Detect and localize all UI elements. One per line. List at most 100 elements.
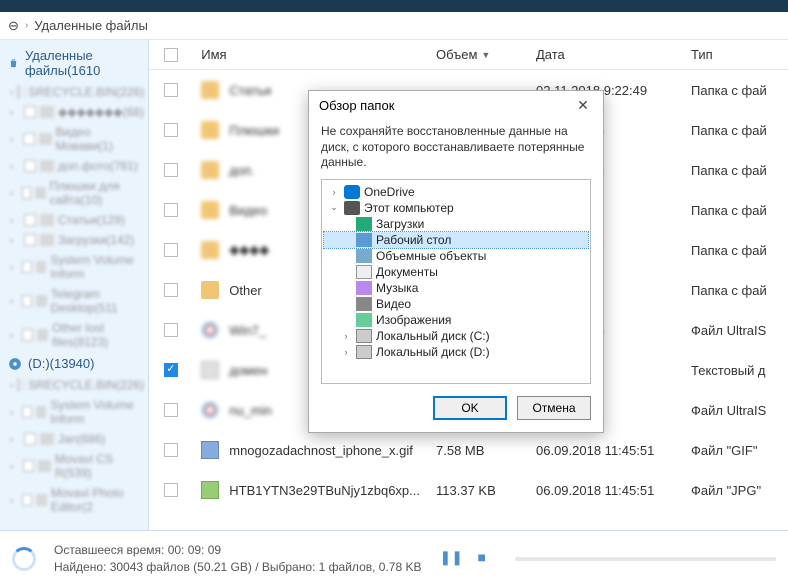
- tree-item[interactable]: Объемные объекты: [324, 248, 588, 264]
- status-found: Найдено: 30043 файлов (50.21 GB) / Выбра…: [54, 559, 421, 576]
- close-icon[interactable]: ✕: [573, 97, 593, 114]
- file-icon: [201, 321, 219, 339]
- tree-item[interactable]: Видео: [324, 296, 588, 312]
- chevron-icon[interactable]: [340, 315, 352, 325]
- sidebar-item[interactable]: ›◆◆◆◆◆◆◆(68): [0, 102, 148, 122]
- vid-icon: [356, 297, 372, 311]
- row-checkbox[interactable]: [164, 363, 178, 377]
- sidebar-header-d[interactable]: (D:)(13940): [0, 352, 148, 375]
- sidebar-item[interactable]: ›Jan(686): [0, 429, 148, 449]
- file-type: Папка с фай: [683, 203, 788, 218]
- select-all-checkbox[interactable]: [149, 48, 193, 62]
- folder-tree[interactable]: › OneDrive ⌄ Этот компьютер Загрузки Рабочи…: [321, 179, 591, 384]
- column-name[interactable]: Имя: [193, 47, 428, 62]
- doc-icon: [356, 265, 372, 279]
- img-icon: [356, 313, 372, 327]
- sidebar-item[interactable]: ›Плюшки для сайта(10): [0, 176, 148, 210]
- sidebar-item[interactable]: ›Telegram Desktop(511: [0, 284, 148, 318]
- row-checkbox[interactable]: [164, 83, 178, 97]
- tree-item[interactable]: ⌄ Этот компьютер: [324, 200, 588, 216]
- tree-item[interactable]: › Локальный диск (D:): [324, 344, 588, 360]
- row-checkbox[interactable]: [164, 163, 178, 177]
- sidebar-item[interactable]: ›SRECYCLE.BIN(226): [0, 82, 148, 102]
- sidebar-item[interactable]: ›доп.фото(781): [0, 156, 148, 176]
- sidebar-item[interactable]: ›Загрузки(142): [0, 230, 148, 250]
- file-date: 06.09.2018 11:45:51: [528, 483, 683, 498]
- chevron-icon[interactable]: [340, 299, 352, 309]
- tree-item[interactable]: › OneDrive: [324, 184, 588, 200]
- column-volume[interactable]: Объем▼: [428, 47, 528, 62]
- table-row[interactable]: HTB1YTN3e29TBuNjy1zbq6xp...113.37 KB06.0…: [149, 470, 788, 510]
- sidebar-item[interactable]: ›Статьи(129): [0, 210, 148, 230]
- column-date[interactable]: Дата: [528, 47, 683, 62]
- row-checkbox[interactable]: [164, 483, 178, 497]
- tree-item-label: Локальный диск (D:): [376, 345, 490, 359]
- tree-item[interactable]: Изображения: [324, 312, 588, 328]
- file-volume: 7.58 MB: [428, 443, 528, 458]
- chevron-icon[interactable]: [340, 219, 352, 229]
- file-name: Видео: [229, 203, 267, 218]
- dl-icon: [356, 217, 372, 231]
- file-type: Папка с фай: [683, 243, 788, 258]
- chevron-icon[interactable]: ›: [340, 331, 352, 341]
- row-checkbox[interactable]: [164, 123, 178, 137]
- disk-icon: [8, 357, 22, 371]
- row-checkbox[interactable]: [164, 203, 178, 217]
- file-type: Файл "GIF": [683, 443, 788, 458]
- chevron-icon[interactable]: ›: [340, 347, 352, 357]
- sidebar-item[interactable]: ›Other lost files(8123): [0, 318, 148, 352]
- row-checkbox[interactable]: [164, 403, 178, 417]
- back-icon[interactable]: ⊖: [8, 18, 19, 34]
- chevron-icon[interactable]: [340, 251, 352, 261]
- sidebar-item[interactable]: ›System Volume Inform: [0, 250, 148, 284]
- sidebar-item[interactable]: ›Видео Мовави(1): [0, 122, 148, 156]
- tree-item-label: Этот компьютер: [364, 201, 454, 215]
- file-icon: [201, 241, 219, 259]
- chevron-icon[interactable]: ⌄: [328, 202, 340, 213]
- tree-item[interactable]: Загрузки: [324, 216, 588, 232]
- sidebar-header-label: Удаленные файлы(1610: [25, 48, 140, 78]
- chevron-icon[interactable]: ›: [328, 187, 340, 197]
- file-name: доп.: [229, 163, 254, 178]
- cancel-button[interactable]: Отмена: [517, 396, 591, 420]
- file-name: Win7_: [229, 323, 266, 338]
- sidebar-item[interactable]: ›Movavi CS R(539): [0, 449, 148, 483]
- tree-item[interactable]: ›Локальный диск (C:): [324, 328, 588, 344]
- row-checkbox[interactable]: [164, 443, 178, 457]
- file-icon: [201, 201, 219, 219]
- sidebar: Удаленные файлы(1610 ›SRECYCLE.BIN(226)›…: [0, 40, 149, 530]
- chevron-icon[interactable]: [340, 283, 352, 293]
- tree-item-label: OneDrive: [364, 185, 415, 199]
- sidebar-item[interactable]: ›SRECYCLE.BIN(226): [0, 375, 148, 395]
- progress-slider[interactable]: [515, 557, 776, 561]
- tree-item[interactable]: Рабочий стол: [324, 232, 588, 248]
- chevron-icon[interactable]: [340, 235, 352, 245]
- row-checkbox[interactable]: [164, 243, 178, 257]
- tree-item-label: Видео: [376, 297, 411, 311]
- row-checkbox[interactable]: [164, 323, 178, 337]
- file-type: Файл UltraIS: [683, 323, 788, 338]
- disk-icon: [356, 329, 372, 343]
- window-top-bar: [0, 0, 788, 12]
- tree-item[interactable]: Документы: [324, 264, 588, 280]
- pause-button[interactable]: ❚❚: [439, 549, 459, 569]
- file-type: Текстовый д: [683, 363, 788, 378]
- file-type: Папка с фай: [683, 83, 788, 98]
- sidebar-item[interactable]: ›System Volume Inform: [0, 395, 148, 429]
- file-type: Папка с фай: [683, 163, 788, 178]
- file-icon: [201, 81, 219, 99]
- sidebar-item[interactable]: ›Movavi Photo Editor(2: [0, 483, 148, 517]
- ok-button[interactable]: OK: [433, 396, 507, 420]
- stop-button[interactable]: ■: [477, 549, 497, 569]
- sidebar-header-deleted[interactable]: Удаленные файлы(1610: [0, 44, 148, 82]
- trash-icon: [8, 56, 19, 70]
- table-row[interactable]: mnogozadachnost_iphone_x.gif7.58 MB06.09…: [149, 430, 788, 470]
- row-checkbox[interactable]: [164, 283, 178, 297]
- pc-icon: [344, 201, 360, 215]
- chevron-icon[interactable]: [340, 267, 352, 277]
- file-name: Статьи: [229, 83, 271, 98]
- tree-item[interactable]: Музыка: [324, 280, 588, 296]
- dialog-message: Не сохраняйте восстановленные данные на …: [309, 120, 603, 179]
- column-type[interactable]: Тип: [683, 47, 788, 62]
- file-date: 06.09.2018 11:45:51: [528, 443, 683, 458]
